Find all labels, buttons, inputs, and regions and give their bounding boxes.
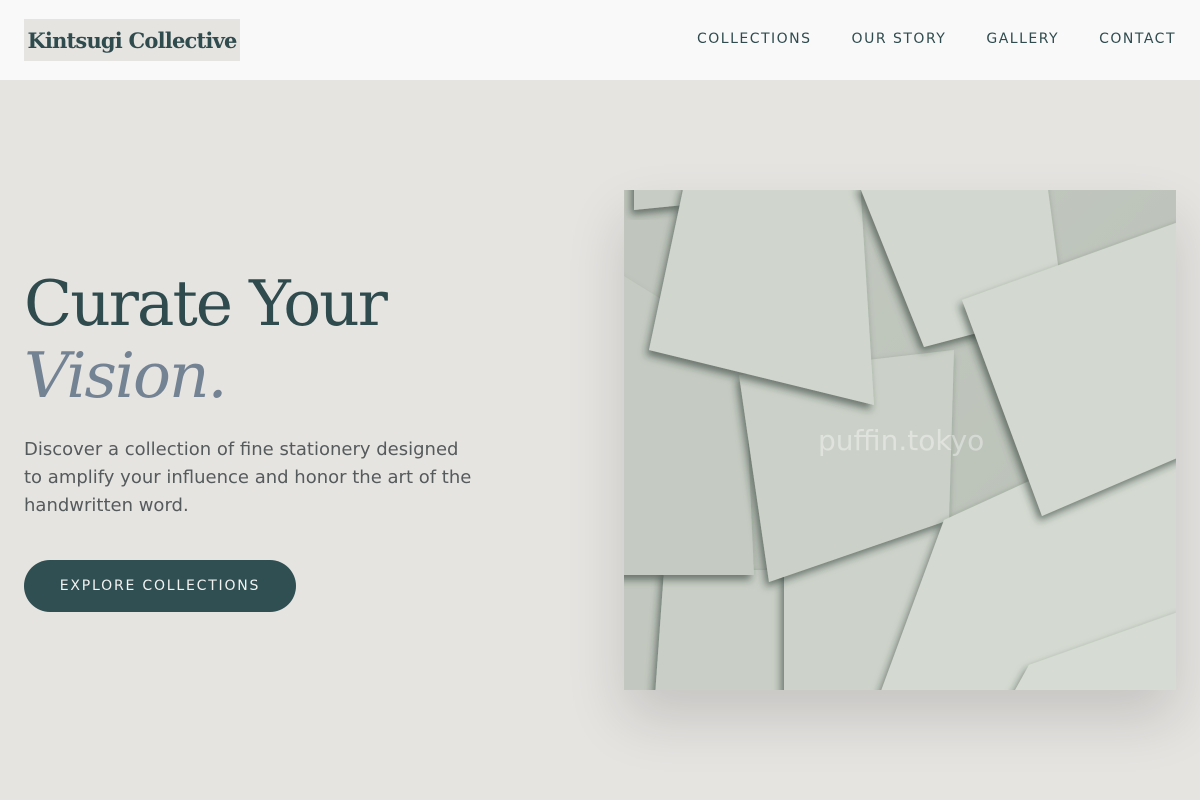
hero-text: Curate Your Vision.: [24, 268, 484, 412]
nav-our-story[interactable]: OUR STORY: [852, 31, 947, 47]
hero-title-line1: Curate Your: [24, 267, 388, 340]
nav-collections[interactable]: COLLECTIONS: [697, 31, 812, 47]
main-nav: COLLECTIONS OUR STORY GALLERY CONTACT: [697, 31, 1176, 47]
explore-collections-button[interactable]: EXPLORE COLLECTIONS: [24, 560, 296, 612]
site-header: Kintsugi Collective COLLECTIONS OUR STOR…: [0, 0, 1200, 80]
image-watermark: puffin.tokyo: [818, 424, 985, 457]
hero-description: Discover a collection of fine stationery…: [24, 439, 472, 516]
hero-title-line2: Vision.: [24, 339, 228, 412]
nav-contact[interactable]: CONTACT: [1099, 31, 1176, 47]
hero-image: puffin.tokyo: [624, 190, 1176, 690]
nav-gallery[interactable]: GALLERY: [986, 31, 1059, 47]
hero-title: Curate Your Vision.: [24, 268, 484, 412]
brand-logo[interactable]: Kintsugi Collective: [24, 19, 240, 61]
